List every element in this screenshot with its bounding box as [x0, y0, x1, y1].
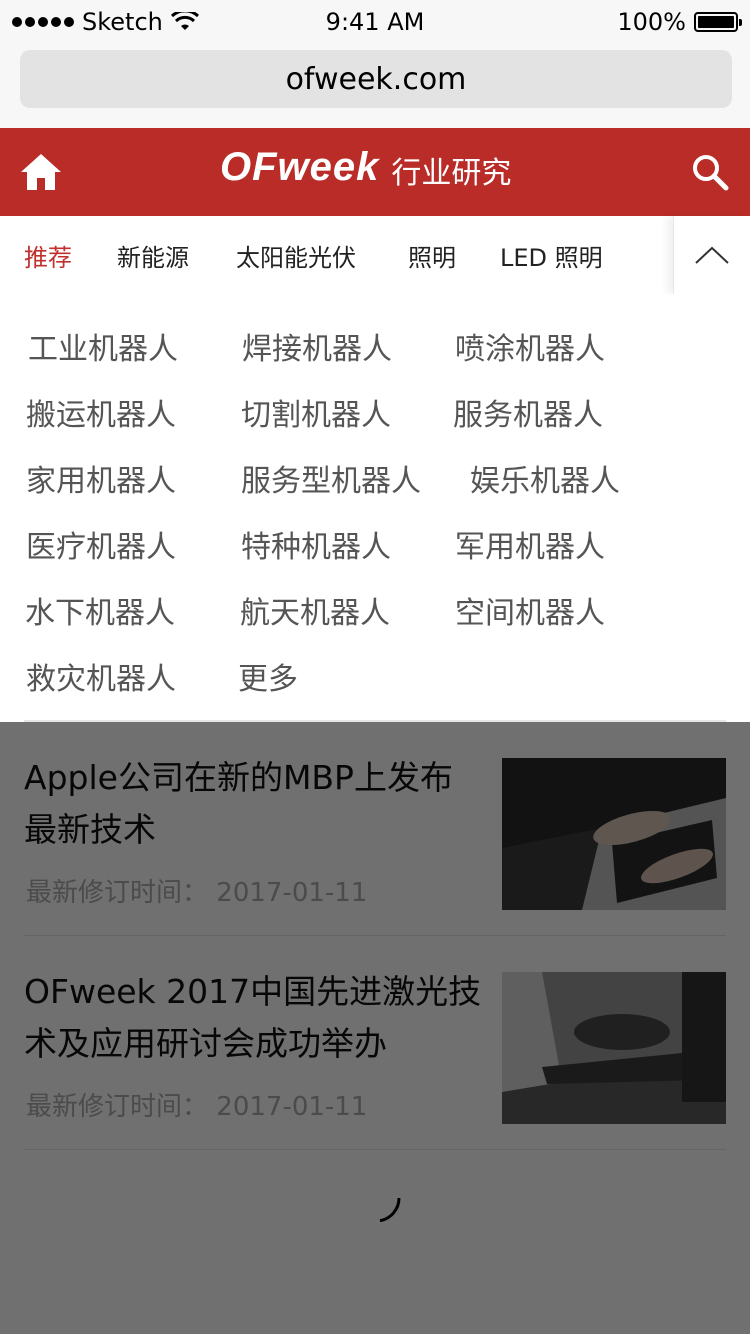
tab-lighting[interactable]: 照明 — [408, 238, 456, 273]
article-card[interactable]: Apple公司在新的MBP上发布最新技术 最新修订时间： 2017-01-11 — [0, 722, 750, 936]
category-item[interactable]: 焊接机器人 — [242, 324, 392, 368]
logo-subtitle: 行业研究 — [391, 156, 512, 191]
status-bar: Sketch 9:41 AM 100% — [0, 0, 750, 44]
tab-new-energy[interactable]: 新能源 — [117, 238, 189, 273]
category-item[interactable]: 切割机器人 — [241, 390, 391, 434]
category-item[interactable]: 服务型机器人 — [241, 456, 421, 500]
article-date: 2017-01-11 — [216, 1092, 368, 1122]
category-item[interactable]: 军用机器人 — [455, 522, 605, 566]
category-item[interactable]: 救灾机器人 — [26, 654, 176, 698]
logo-brand: OFweek — [220, 144, 380, 189]
battery-icon — [694, 12, 742, 32]
article-title[interactable]: Apple公司在新的MBP上发布最新技术 — [24, 752, 484, 856]
status-right: 100% — [617, 8, 742, 36]
article-feed: Apple公司在新的MBP上发布最新技术 最新修订时间： 2017-01-11 … — [0, 722, 750, 1334]
article-date: 2017-01-11 — [216, 878, 368, 908]
article-meta: 最新修订时间： 2017-01-11 — [26, 872, 367, 909]
article-card[interactable]: OFweek 2017中国先进激光技术及应用研讨会成功举办 最新修订时间： 20… — [0, 936, 750, 1150]
channel-tabs: 推荐 新能源 太阳能光伏 照明 LED 照明 — [0, 216, 750, 294]
more-categories-link[interactable]: 更多 — [238, 654, 298, 698]
site-header: OFweek 行业研究 — [0, 128, 750, 216]
article-title[interactable]: OFweek 2017中国先进激光技术及应用研讨会成功举办 — [24, 966, 484, 1070]
article-thumbnail[interactable] — [502, 758, 726, 910]
browser-bar: ofweek.com — [0, 44, 750, 128]
url-text: ofweek.com — [285, 61, 467, 97]
category-item[interactable]: 娱乐机器人 — [470, 456, 620, 500]
category-panel: 工业机器人 焊接机器人 喷涂机器人 搬运机器人 切割机器人 服务机器人 家用机器… — [0, 294, 750, 722]
category-item[interactable]: 喷涂机器人 — [455, 324, 605, 368]
tab-led-lighting[interactable]: LED 照明 — [500, 238, 603, 273]
meta-label: 最新修订时间： — [26, 878, 209, 908]
battery-percent: 100% — [617, 8, 686, 36]
category-item[interactable]: 医疗机器人 — [26, 522, 176, 566]
article-thumbnail[interactable] — [502, 972, 726, 1124]
divider — [24, 1149, 726, 1150]
tab-recommended[interactable]: 推荐 — [24, 238, 72, 273]
category-item[interactable]: 搬运机器人 — [26, 390, 176, 434]
site-logo[interactable]: OFweek 行业研究 — [220, 142, 511, 192]
category-item[interactable]: 工业机器人 — [28, 324, 178, 368]
category-item[interactable]: 特种机器人 — [241, 522, 391, 566]
loading-spinner-icon — [352, 1174, 401, 1223]
category-item[interactable]: 航天机器人 — [240, 588, 390, 632]
search-icon[interactable] — [690, 152, 730, 192]
category-item[interactable]: 空间机器人 — [455, 588, 605, 632]
chevron-up-icon — [695, 246, 729, 264]
tab-solar-pv[interactable]: 太阳能光伏 — [236, 238, 356, 273]
category-item[interactable]: 服务机器人 — [453, 390, 603, 434]
collapse-tabs-button[interactable] — [673, 216, 750, 294]
category-item[interactable]: 家用机器人 — [26, 456, 176, 500]
category-item[interactable]: 水下机器人 — [25, 588, 175, 632]
article-meta: 最新修订时间： 2017-01-11 — [26, 1086, 367, 1123]
meta-label: 最新修订时间： — [26, 1092, 209, 1122]
home-icon[interactable] — [20, 152, 62, 192]
address-bar[interactable]: ofweek.com — [20, 50, 732, 108]
